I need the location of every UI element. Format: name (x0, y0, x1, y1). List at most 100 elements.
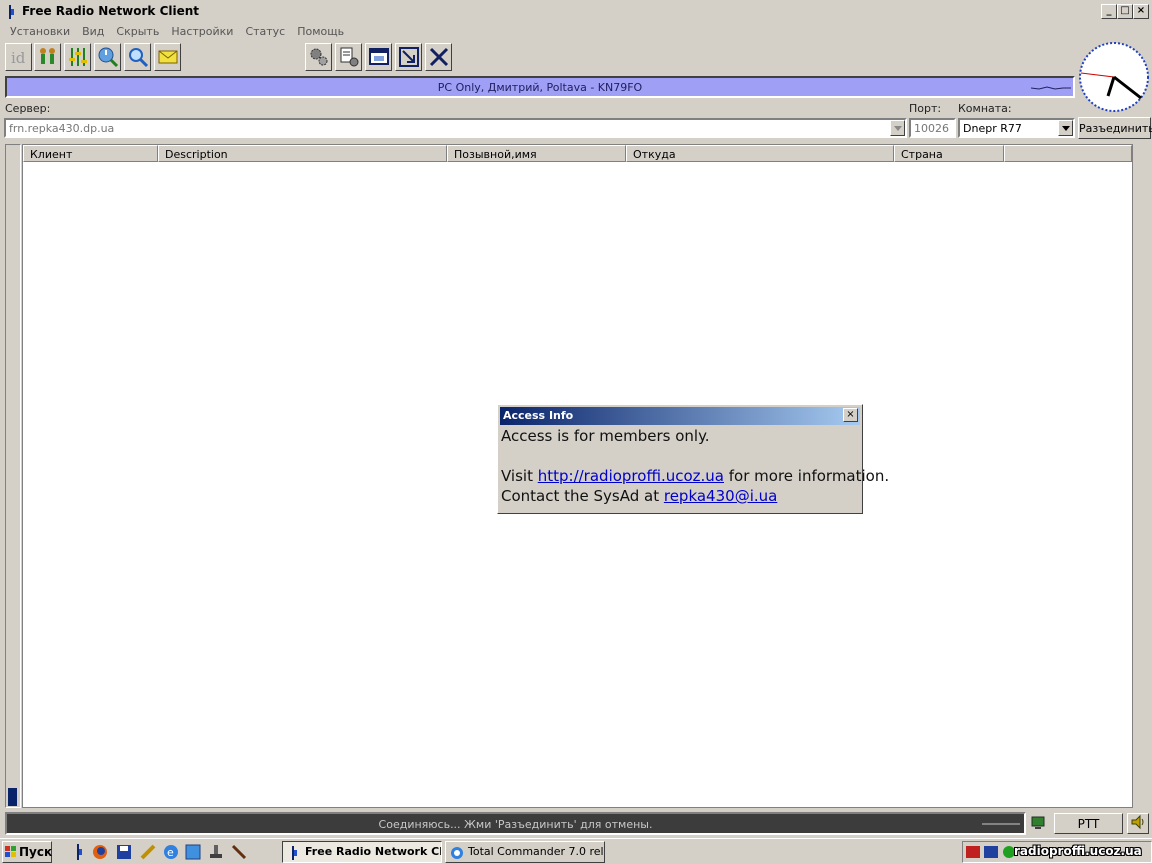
room-value: Dnepr R77 (963, 122, 1022, 135)
svg-text:e: e (167, 846, 174, 859)
frn-task-icon (292, 846, 297, 860)
chevron-down-icon (893, 125, 902, 131)
status-text: Соединяюсь... Жми 'Разъединить' для отме… (378, 818, 653, 831)
taskbar: Пуск e Free Radio Network Cl... Total Co… (0, 838, 1152, 864)
id-tool-button[interactable]: id (5, 43, 32, 71)
windows-logo-icon (5, 846, 16, 857)
visit-prefix: Visit (501, 467, 538, 485)
mail-icon (158, 50, 177, 64)
column-header-location[interactable]: Откуда (626, 145, 894, 162)
menu-preferences[interactable]: Настройки (165, 22, 239, 40)
room-dropdown-arrow[interactable] (1058, 120, 1073, 136)
quicklaunch-ie-icon[interactable]: e (163, 844, 179, 860)
ptt-button[interactable]: PTT (1054, 813, 1123, 834)
server-combo[interactable]: frn.repka430.dp.ua (4, 118, 907, 138)
callsign-text: PC Only, Дмитрий, Poltava - KN79FO (437, 81, 643, 94)
disconnect-button[interactable]: Разъединить (1078, 117, 1152, 139)
signal-wave-icon (1031, 86, 1071, 90)
quicklaunch-tool-icon[interactable] (208, 844, 224, 860)
chevron-down-icon (1061, 125, 1070, 131)
document-gear-icon (340, 47, 358, 67)
tray-display-icon[interactable] (984, 846, 998, 858)
settings-gears-button[interactable] (305, 43, 332, 71)
email-link[interactable]: repka430@i.ua (664, 487, 777, 505)
volume-button[interactable] (1127, 813, 1149, 834)
menu-help[interactable]: Помощь (291, 22, 350, 40)
exit-button[interactable] (425, 43, 452, 71)
users-tool-button[interactable] (34, 43, 61, 71)
task-total-commander[interactable]: Total Commander 7.0 rel... (445, 841, 605, 863)
task-frn-client[interactable]: Free Radio Network Cl... (282, 841, 442, 863)
window-icon (368, 48, 389, 65)
menu-settings-install[interactable]: Установки (4, 22, 76, 40)
port-field[interactable]: 10026 (909, 118, 956, 138)
resize-arrow-icon (398, 47, 419, 67)
menu-view[interactable]: Вид (76, 22, 110, 40)
analog-clock (1079, 42, 1149, 112)
port-label: Порт: (909, 102, 942, 115)
website-link[interactable]: http://radioproffi.ucoz.ua (538, 467, 724, 485)
svg-text:id: id (11, 49, 26, 67)
contact-prefix: Contact the SysAd at (501, 487, 664, 505)
menu-status[interactable]: Статус (239, 22, 291, 40)
tray-network-icon[interactable] (966, 846, 980, 858)
mixer-icon (68, 48, 87, 66)
title-bar: Free Radio Network Client _ □ × (0, 0, 1152, 22)
quicklaunch-frn-icon[interactable] (72, 844, 86, 860)
task-frn-label: Free Radio Network Cl... (305, 845, 442, 858)
server-label: Сервер: (5, 102, 51, 115)
quicklaunch-refresh-icon[interactable] (185, 844, 201, 860)
column-header-country[interactable]: Страна (894, 145, 1004, 162)
users-icon (39, 48, 55, 64)
signal-line-icon (982, 823, 1020, 825)
quicklaunch-save-icon[interactable] (116, 844, 132, 860)
port-value: 10026 (914, 122, 949, 135)
dialog-contact-line: Contact the SysAd at repka430@i.ua (501, 487, 777, 505)
clock-tool-button[interactable] (94, 43, 121, 71)
level-meter-fill (8, 788, 17, 806)
dialog-visit-line: Visit http://radioproffi.ucoz.ua for mor… (501, 467, 889, 485)
access-info-dialog: Access Info × Access is for members only… (497, 404, 889, 514)
server-dropdown-arrow[interactable] (890, 120, 905, 136)
dialog-title: Access Info (503, 409, 574, 422)
column-header-callsign[interactable]: Позывной,имя (447, 145, 626, 162)
speaker-icon (1131, 814, 1144, 830)
maximize-button[interactable]: □ (1117, 4, 1133, 19)
server-value: frn.repka430.dp.ua (9, 122, 115, 135)
clock-search-icon (98, 47, 118, 68)
menu-bar: Установки Вид Скрыть Настройки Статус По… (4, 22, 350, 40)
window-title: Free Radio Network Client (22, 4, 200, 18)
status-bar: Соединяюсь... Жми 'Разъединить' для отме… (5, 812, 1026, 835)
close-button[interactable]: × (1133, 4, 1149, 19)
column-header-empty (1004, 145, 1132, 162)
search-tool-button[interactable] (124, 43, 151, 71)
room-label: Комната: (958, 102, 1012, 115)
quicklaunch-edit-icon[interactable] (140, 844, 156, 860)
dialog-message: Access is for members only. (501, 427, 710, 445)
start-label: Пуск (19, 845, 53, 859)
close-x-icon (429, 47, 448, 67)
search-icon (128, 48, 148, 68)
quicklaunch-pen-icon[interactable] (231, 844, 247, 860)
quicklaunch-firefox-icon[interactable] (92, 844, 108, 860)
app-icon (9, 5, 14, 19)
resize-button[interactable] (395, 43, 422, 71)
total-commander-icon (451, 847, 463, 859)
dialog-title-bar: Access Info × (500, 407, 860, 425)
watermark-text: radioproffi.ucoz.ua (1014, 844, 1142, 858)
room-combo[interactable]: Dnepr R77 (958, 118, 1075, 138)
monitor-icon (1030, 815, 1046, 831)
mixer-tool-button[interactable] (64, 43, 91, 71)
mail-tool-button[interactable] (154, 43, 181, 71)
task-tc-label: Total Commander 7.0 rel... (468, 845, 605, 858)
window-button[interactable] (365, 43, 392, 71)
menu-hide[interactable]: Скрыть (110, 22, 165, 40)
column-header-description[interactable]: Description (158, 145, 447, 162)
minimize-button[interactable]: _ (1101, 4, 1117, 19)
callsign-bar: PC Only, Дмитрий, Poltava - KN79FO (5, 76, 1075, 98)
dialog-close-button[interactable]: × (843, 408, 858, 422)
visit-suffix: for more information. (724, 467, 890, 485)
id-icon: id (11, 49, 26, 67)
column-header-client[interactable]: Клиент (23, 145, 158, 162)
config-button[interactable] (335, 43, 362, 71)
